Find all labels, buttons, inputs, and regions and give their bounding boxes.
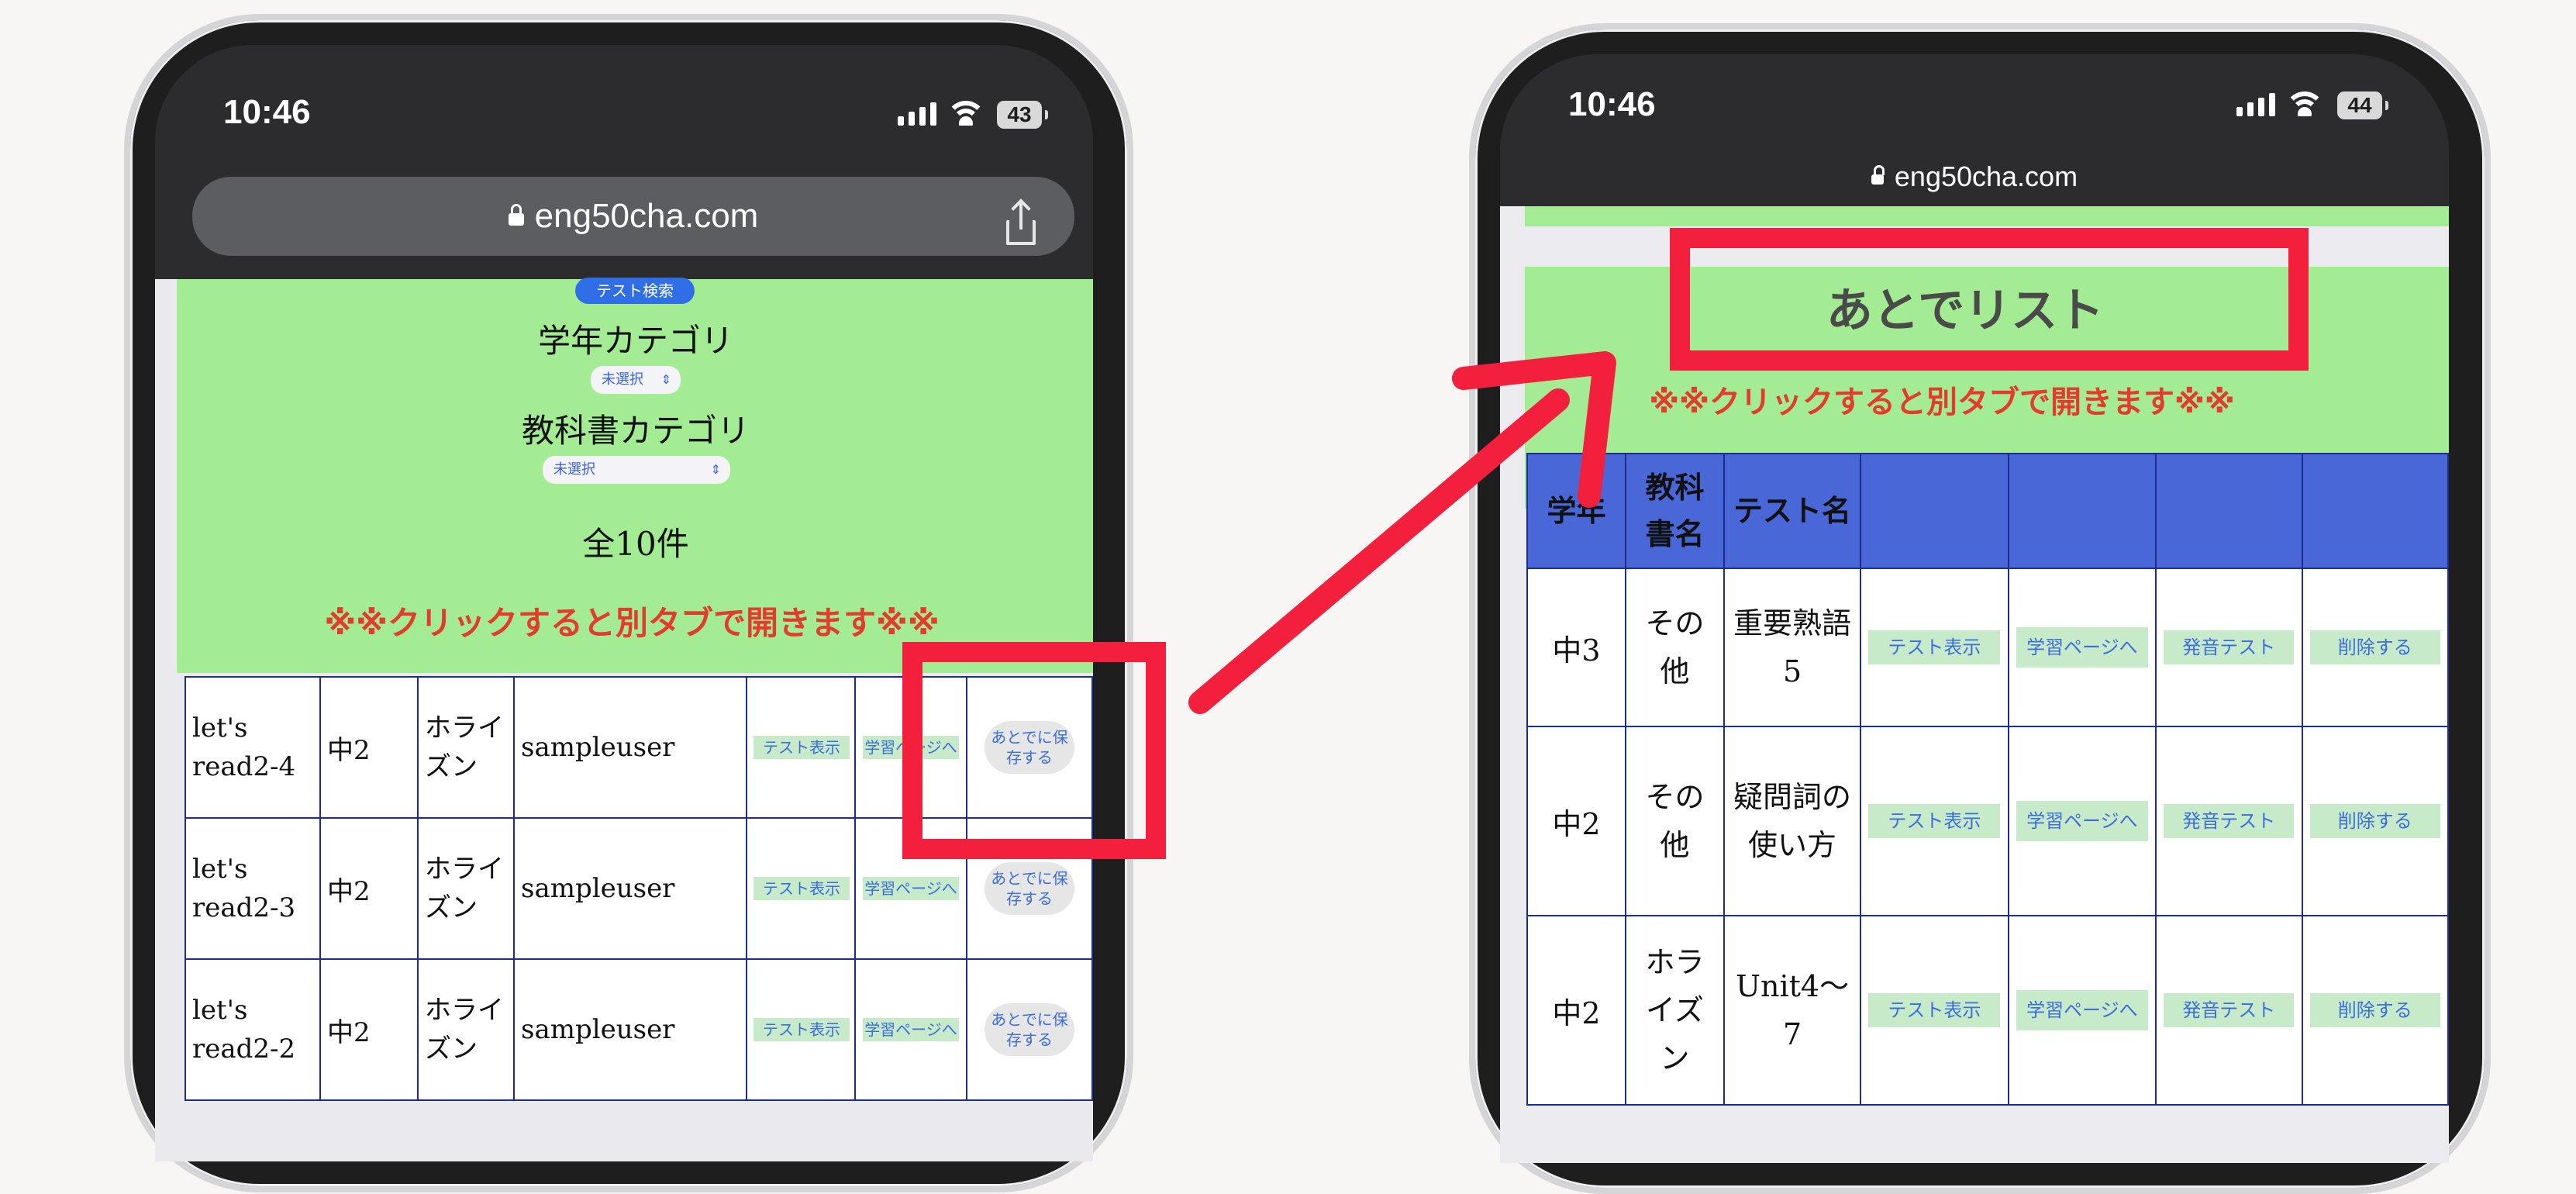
arrow-icon: [1188, 351, 1616, 714]
